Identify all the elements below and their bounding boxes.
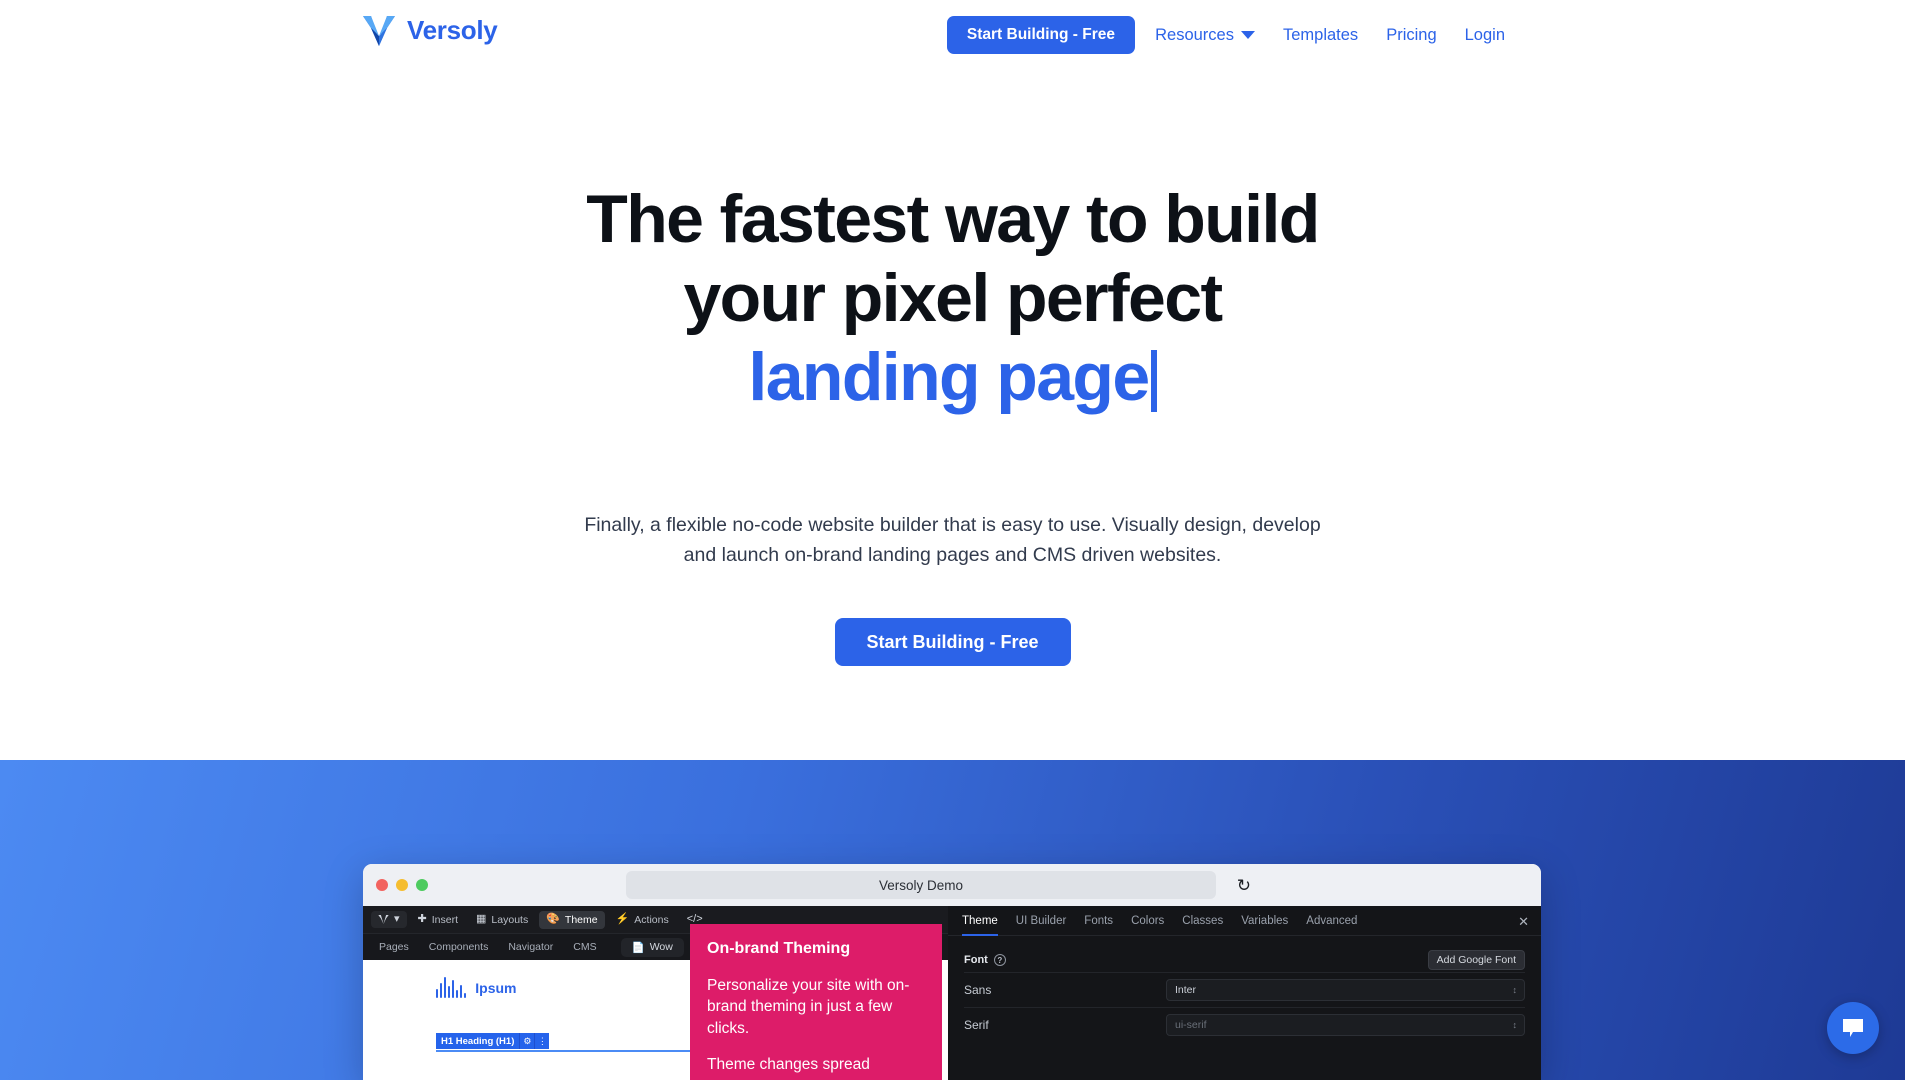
- primary-nav: Resources Templates Pricing Login: [1155, 0, 1505, 70]
- address-bar[interactable]: Versoly Demo: [626, 871, 1216, 899]
- traffic-lights: [376, 879, 428, 891]
- site-header: Versoly Resources Templates Pricing Logi…: [0, 0, 1905, 70]
- question-mark-icon[interactable]: ?: [993, 954, 1006, 966]
- gear-icon[interactable]: ⚙: [519, 1033, 535, 1049]
- font-sans-value: Inter: [1175, 984, 1197, 996]
- brand-logo[interactable]: Versoly: [362, 14, 498, 46]
- stepper-icon: ↕: [1512, 984, 1518, 995]
- font-serif-value: ui-serif: [1175, 1019, 1207, 1031]
- hero-title-accent: landing page: [748, 339, 1150, 416]
- theme-panel-tabs: Theme UI Builder Fonts Colors Classes Va…: [948, 906, 1541, 936]
- versoly-v-logo-icon: [362, 14, 396, 46]
- tab-colors[interactable]: Colors: [1131, 906, 1164, 936]
- stepper-icon: ↕: [1512, 1019, 1518, 1030]
- font-sans-select[interactable]: Inter ↕: [1166, 979, 1525, 1001]
- reload-icon[interactable]: ↻: [1237, 876, 1251, 896]
- toolbar-theme[interactable]: 🎨 Theme: [539, 910, 605, 929]
- page-icon: 📄: [631, 941, 645, 954]
- page-title: The fastest way to build your pixel perf…: [0, 180, 1905, 418]
- close-icon[interactable]: ✕: [1518, 914, 1529, 930]
- nav-item-login[interactable]: Login: [1465, 26, 1505, 45]
- subtab-cms[interactable]: CMS: [563, 938, 606, 956]
- toolbar-insert-label: Insert: [431, 913, 459, 926]
- toolbar-insert[interactable]: ✚ Insert: [411, 911, 465, 929]
- tab-variables[interactable]: Variables: [1241, 906, 1288, 936]
- tab-fonts[interactable]: Fonts: [1084, 906, 1113, 936]
- hero-subtitle: Finally, a flexible no-code website buil…: [584, 514, 1321, 567]
- font-section-label-wrap: Font ?: [964, 954, 1006, 966]
- hero-section: The fastest way to build your pixel perf…: [0, 70, 1905, 760]
- font-serif-select[interactable]: ui-serif ↕: [1166, 1014, 1525, 1036]
- hero-title-line-2: your pixel perfect: [683, 260, 1223, 337]
- callout-paragraph-2: Theme changes spread: [707, 1056, 870, 1074]
- toolbar-layouts[interactable]: ▦ Layouts: [469, 911, 535, 929]
- nav-item-resources[interactable]: Resources: [1155, 26, 1255, 45]
- font-row-serif-label: Serif: [964, 1018, 989, 1032]
- toolbar-actions[interactable]: ⚡ Actions: [609, 911, 676, 929]
- subtab-pages[interactable]: Pages: [369, 938, 419, 956]
- soundbars-icon: [436, 977, 467, 998]
- page-chip-label: Wow: [649, 941, 673, 953]
- subtab-navigator[interactable]: Navigator: [498, 938, 563, 956]
- theme-panel-body: Font ? Add Google Font Sans Inter ↕ Seri…: [948, 936, 1541, 1042]
- hero-title-line-1: The fastest way to build: [586, 181, 1320, 257]
- add-google-font-button[interactable]: Add Google Font: [1427, 950, 1525, 970]
- tab-theme[interactable]: Theme: [962, 906, 998, 936]
- tab-advanced[interactable]: Advanced: [1306, 906, 1357, 936]
- palette-icon: 🎨: [546, 913, 560, 925]
- maximize-dot-icon[interactable]: [416, 879, 428, 891]
- versoly-editor: ▾ ✚ Insert ▦ Layouts 🎨 Theme ⚡ Actions <…: [363, 906, 1541, 1080]
- toolbar-theme-label: Theme: [564, 913, 598, 926]
- selected-element-badge[interactable]: H1 Heading (H1) ⚙ ⋮: [436, 1033, 550, 1049]
- chevron-down-icon: [1240, 31, 1255, 39]
- nav-item-pricing[interactable]: Pricing: [1386, 26, 1436, 45]
- toolbar-actions-label: Actions: [634, 913, 669, 926]
- nav-item-resources-label: Resources: [1155, 25, 1234, 44]
- font-section-header: Font ? Add Google Font: [964, 948, 1525, 972]
- grid-icon: ▦: [476, 913, 487, 925]
- landing-page: Versoly Resources Templates Pricing Logi…: [0, 0, 1905, 1080]
- font-row-sans: Sans Inter ↕: [964, 972, 1525, 1007]
- font-row-serif: Serif ui-serif ↕: [964, 1007, 1525, 1042]
- tab-classes[interactable]: Classes: [1182, 906, 1223, 936]
- address-bar-title: Versoly Demo: [878, 877, 964, 893]
- font-row-sans-label: Sans: [964, 983, 992, 997]
- tab-ui-builder[interactable]: UI Builder: [1016, 906, 1067, 936]
- callout-title: On-brand Theming: [707, 940, 851, 957]
- theme-panel: Theme UI Builder Fonts Colors Classes Va…: [948, 906, 1541, 1080]
- callout-paragraph-1: Personalize your site with on-brand them…: [707, 977, 910, 1037]
- browser-mockup: Versoly Demo ↻ ▾ ✚ Insert ▦ Layouts 🎨 Th…: [363, 864, 1541, 1080]
- editor-logo-menu[interactable]: ▾: [371, 911, 407, 928]
- plus-icon: ✚: [417, 913, 427, 925]
- chevron-down-icon: ▾: [394, 913, 400, 925]
- subtab-components[interactable]: Components: [419, 938, 499, 956]
- page-chip-wow[interactable]: 📄 Wow: [620, 937, 684, 957]
- lightning-icon: ⚡: [615, 913, 630, 925]
- selected-element-label: H1 Heading (H1): [436, 1033, 520, 1049]
- brand-name: Versoly: [407, 14, 498, 45]
- canvas-site-logo-text: Ipsum: [475, 979, 517, 996]
- kebab-menu-icon[interactable]: ⋮: [534, 1033, 550, 1049]
- browser-title-bar: Versoly Demo ↻: [363, 864, 1541, 906]
- chat-bubble-icon: [1843, 1019, 1863, 1037]
- close-dot-icon[interactable]: [376, 879, 388, 891]
- minimize-dot-icon[interactable]: [396, 879, 408, 891]
- hero-start-building-button[interactable]: Start Building - Free: [834, 618, 1071, 666]
- font-section-label: Font: [964, 954, 988, 966]
- toolbar-layouts-label: Layouts: [491, 913, 529, 926]
- feature-callout: On-brand Theming Personalize your site w…: [690, 924, 942, 1080]
- chat-widget-button[interactable]: [1827, 1002, 1879, 1054]
- nav-item-templates[interactable]: Templates: [1283, 26, 1358, 45]
- canvas-site-logo: Ipsum: [436, 977, 517, 998]
- typing-caret-icon: [1150, 350, 1157, 413]
- header-start-building-button[interactable]: Start Building - Free: [946, 16, 1135, 54]
